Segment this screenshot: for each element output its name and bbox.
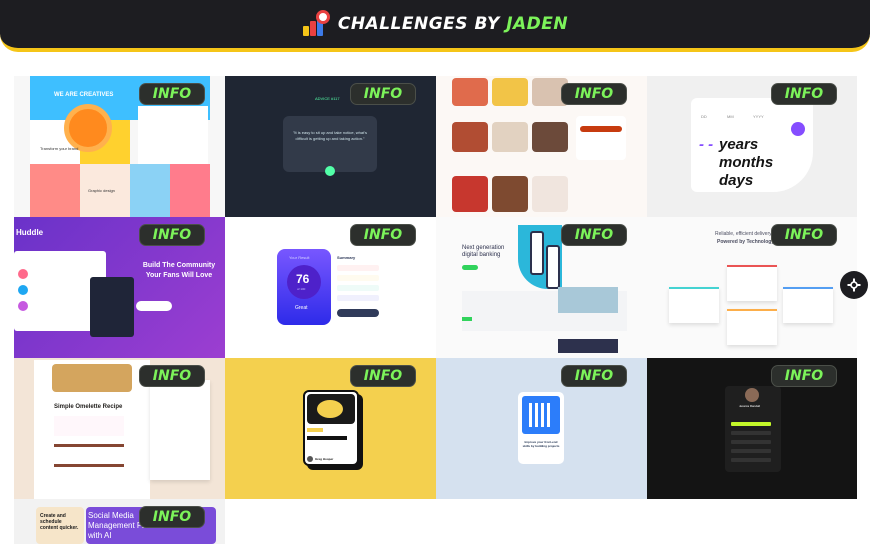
preview-field-day: DD xyxy=(701,114,707,119)
preview-field-month: MM xyxy=(727,114,734,119)
challenge-card-11[interactable]: Improve your front-end skills by buildin… xyxy=(436,358,647,499)
info-button[interactable]: INFO xyxy=(139,365,205,387)
challenge-card-10[interactable]: Greg Hooper INFO xyxy=(225,358,436,499)
preview-text: Transform your brand xyxy=(40,146,79,151)
challenge-card-3[interactable]: INFO xyxy=(436,76,647,217)
settings-icon xyxy=(847,278,861,292)
info-button[interactable]: INFO xyxy=(561,365,627,387)
challenge-grid: WE ARE CREATIVES Transform your brand Gr… xyxy=(14,76,857,544)
challenge-card-4[interactable]: DD MM YYYY - - years months days INFO xyxy=(647,76,857,217)
preview-heading: Reliable, efficient delivery xyxy=(715,231,772,237)
preview-result-label: Your Result xyxy=(289,255,310,260)
preview-grade: Great xyxy=(295,305,308,311)
preview-tagline: Graphic design xyxy=(88,188,115,193)
challenge-card-12[interactable]: Jessica Randall INFO xyxy=(647,358,857,499)
challenge-card-7[interactable]: Next generation digital banking INFO xyxy=(436,217,647,358)
chart-target-logo-icon xyxy=(302,10,330,38)
app-header: CHALLENGES BY JADEN xyxy=(0,0,870,52)
info-button[interactable]: INFO xyxy=(771,224,837,246)
preview-author: Greg Hooper xyxy=(315,457,334,461)
preview-caption: Improve your front-end skills by buildin… xyxy=(522,440,560,448)
challenge-card-8[interactable]: Reliable, efficient delivery Powered by … xyxy=(647,217,857,358)
info-button[interactable]: INFO xyxy=(771,83,837,105)
challenge-card-1[interactable]: WE ARE CREATIVES Transform your brand Gr… xyxy=(14,76,225,217)
preview-subheading: Powered by Technology xyxy=(717,239,775,245)
preview-summary: Summary xyxy=(337,255,356,260)
preview-headline: Build The Community Your Fans Will Love xyxy=(142,262,216,279)
challenge-card-9[interactable]: Simple Omelette Recipe INFO xyxy=(14,358,225,499)
preview-score: 76 xyxy=(296,272,310,286)
preview-left-text: Create and schedule content quicker. xyxy=(40,513,79,531)
preview-name: Jessica Randall xyxy=(739,404,761,408)
title-main: CHALLENGES BY xyxy=(337,14,500,34)
preview-heading: ADVICE #117 xyxy=(315,96,340,101)
info-button[interactable]: INFO xyxy=(139,83,205,105)
info-button[interactable]: INFO xyxy=(139,506,205,528)
info-button[interactable]: INFO xyxy=(771,365,837,387)
challenge-card-2[interactable]: ADVICE #117 "It is easy to sit up and ta… xyxy=(225,76,436,217)
preview-title: Simple Omelette Recipe xyxy=(54,404,123,410)
preview-dashes: - - xyxy=(699,136,714,153)
info-button[interactable]: INFO xyxy=(561,224,627,246)
preview-days: days xyxy=(719,172,754,189)
info-button[interactable]: INFO xyxy=(139,224,205,246)
preview-years: years xyxy=(719,136,759,153)
challenge-card-5[interactable]: Huddle Build The Community Your Fans Wil… xyxy=(14,217,225,358)
info-button[interactable]: INFO xyxy=(561,83,627,105)
preview-headline: Next generation digital banking xyxy=(462,245,505,258)
logo[interactable]: CHALLENGES BY JADEN xyxy=(302,10,568,38)
info-button[interactable]: INFO xyxy=(350,365,416,387)
preview-months: months xyxy=(719,154,774,171)
challenge-card-6[interactable]: Your Result 76 of 100 Great Summary INFO xyxy=(225,217,436,358)
preview-field-year: YYYY xyxy=(753,114,764,119)
preview-of: of 100 xyxy=(297,287,306,291)
preview-quote: "It is easy to sit up and take notice, w… xyxy=(293,130,367,141)
info-button[interactable]: INFO xyxy=(350,83,416,105)
challenge-card-13[interactable]: Create and schedule content quicker. Soc… xyxy=(14,499,225,544)
settings-fab[interactable] xyxy=(840,271,868,299)
title-accent: JADEN xyxy=(506,14,569,34)
info-button[interactable]: INFO xyxy=(350,224,416,246)
preview-brand: Huddle xyxy=(16,228,44,237)
app-title: CHALLENGES BY JADEN xyxy=(338,14,568,34)
preview-title: WE ARE CREATIVES xyxy=(54,92,114,98)
